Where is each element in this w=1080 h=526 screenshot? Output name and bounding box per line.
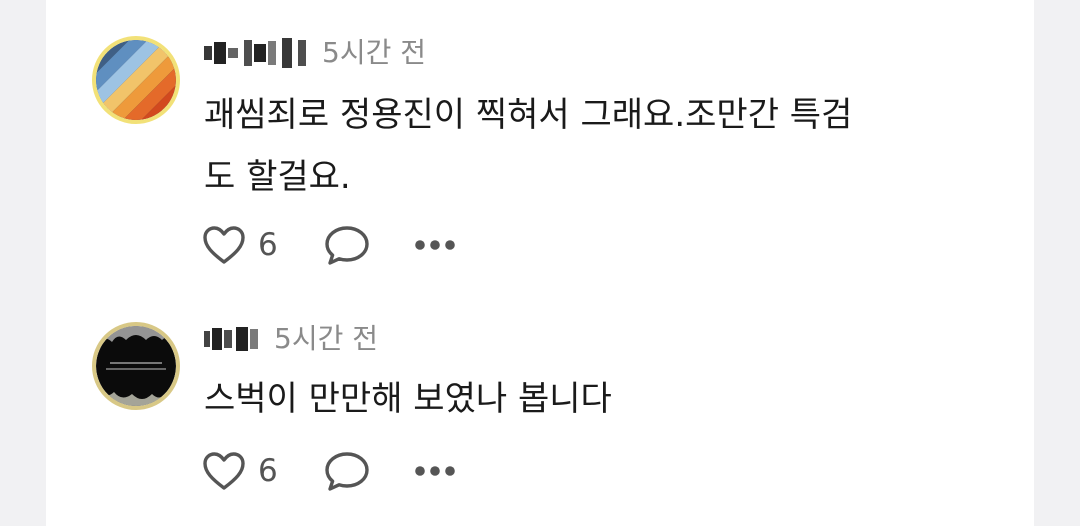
more-dots-icon [414,240,455,250]
avatar[interactable] [92,36,180,124]
like-button[interactable]: 6 [202,451,324,491]
heart-outline-icon [203,226,245,264]
username-blurred[interactable] [204,36,306,70]
like-count: 6 [258,453,278,489]
comment-feed: 5시간 전 괘씸죄로 정용진이 찍혀서 그래요.조만간 특검 도 할걸요. 6 [46,0,1034,526]
reply-button[interactable] [324,225,370,265]
more-button[interactable] [414,239,456,251]
heart-outline-icon [203,452,245,490]
username-blurred[interactable] [204,322,258,356]
reply-button[interactable] [324,451,370,491]
more-button[interactable] [414,465,456,477]
comment-time: 5시간 전 [274,322,378,355]
speech-bubble-icon [325,226,369,265]
comment-actions: 6 [202,222,456,268]
speech-bubble-icon [325,452,369,491]
diagonal-stripes-avatar-icon [96,40,176,120]
comment-item: 5시간 전 괘씸죄로 정용진이 찍혀서 그래요.조만간 특검 도 할걸요. 6 [46,0,1034,300]
avatar[interactable] [92,322,180,410]
comment-body: 스벅이 만만해 보였나 봅니다 [204,379,612,419]
dark-photo-avatar-icon [96,326,176,406]
comment-time: 5시간 전 [322,36,426,69]
like-count: 6 [258,227,278,263]
comment-body: 괘씸죄로 정용진이 찍혀서 그래요.조만간 특검 도 할걸요. [204,95,853,197]
comment-item: 5시간 전 스벅이 만만해 보였나 봅니다 6 [46,300,1034,526]
more-dots-icon [414,466,455,476]
comment-actions: 6 [202,448,456,494]
like-button[interactable]: 6 [202,225,324,265]
